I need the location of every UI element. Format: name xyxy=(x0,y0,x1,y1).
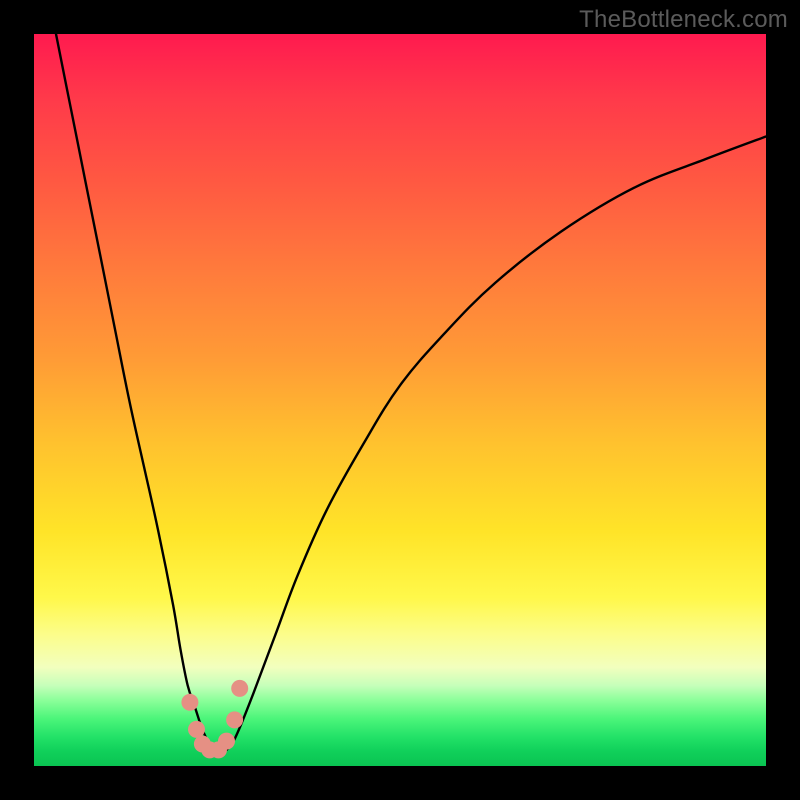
optimum-marker xyxy=(231,680,248,697)
optimum-marker xyxy=(218,733,235,750)
chart-svg xyxy=(34,34,766,766)
optimum-marker xyxy=(226,711,243,728)
bottleneck-curve xyxy=(56,34,766,752)
watermark-text: TheBottleneck.com xyxy=(579,6,788,34)
optimum-marker xyxy=(188,721,205,738)
chart-frame: TheBottleneck.com xyxy=(0,0,800,800)
optimum-marker xyxy=(181,694,198,711)
plot-area xyxy=(34,34,766,766)
optimum-markers xyxy=(181,680,248,759)
